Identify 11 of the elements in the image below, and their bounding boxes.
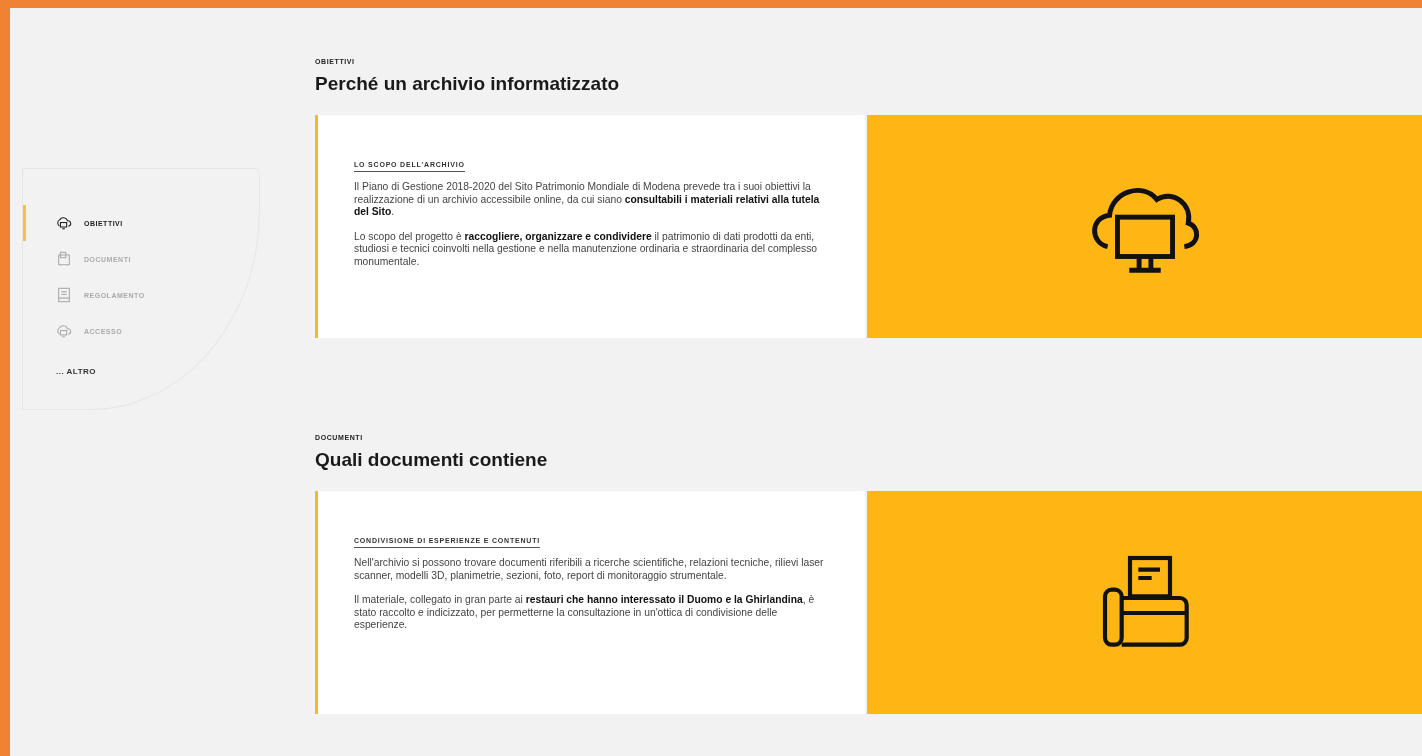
section-title: Quali documenti contiene [315,449,549,471]
paragraph: Il Piano di Gestione 2018-2020 del Sito Patrimonio Mondiale di Modena prevede tra i suoi obiettivi la realizzazione di un archivio accessibile online, da cui siano consultabili i materiali relativi alla tutela del Sito. [354,181,821,219]
paragraph: Nell'archivio si possono trovare documenti riferibili a ricerche scientifiche, relazioni tecniche, rilievi laser scanner, modelli 3D, planimetrie, sezioni, foto, report di monitoraggio strumentale. [354,557,824,582]
paragraph: Il materiale, collegato in gran parte ai restauri che hanno interessato il Duomo e la Ghirlandina, è stato raccolto e indicizzato, per permetterne la consultazione in un'ottica di condivisione delle esperienze. [354,594,816,632]
section-title: Perché un archivio informatizzato [315,73,621,95]
more-link[interactable]: ... ALTRO [23,349,259,376]
cloud-icon [56,215,72,231]
paragraph: Lo scopo del progetto è raccogliere, organizzare e condividere il patrimonio di dati prodotti da enti, studiosi e tecnici coinvolti nella gestione e nella manutenzione ordinaria e straordinaria del complesso monumentale. [354,230,819,268]
book-icon [56,287,72,303]
cloud-icon [56,323,72,339]
document-icon [56,251,72,267]
